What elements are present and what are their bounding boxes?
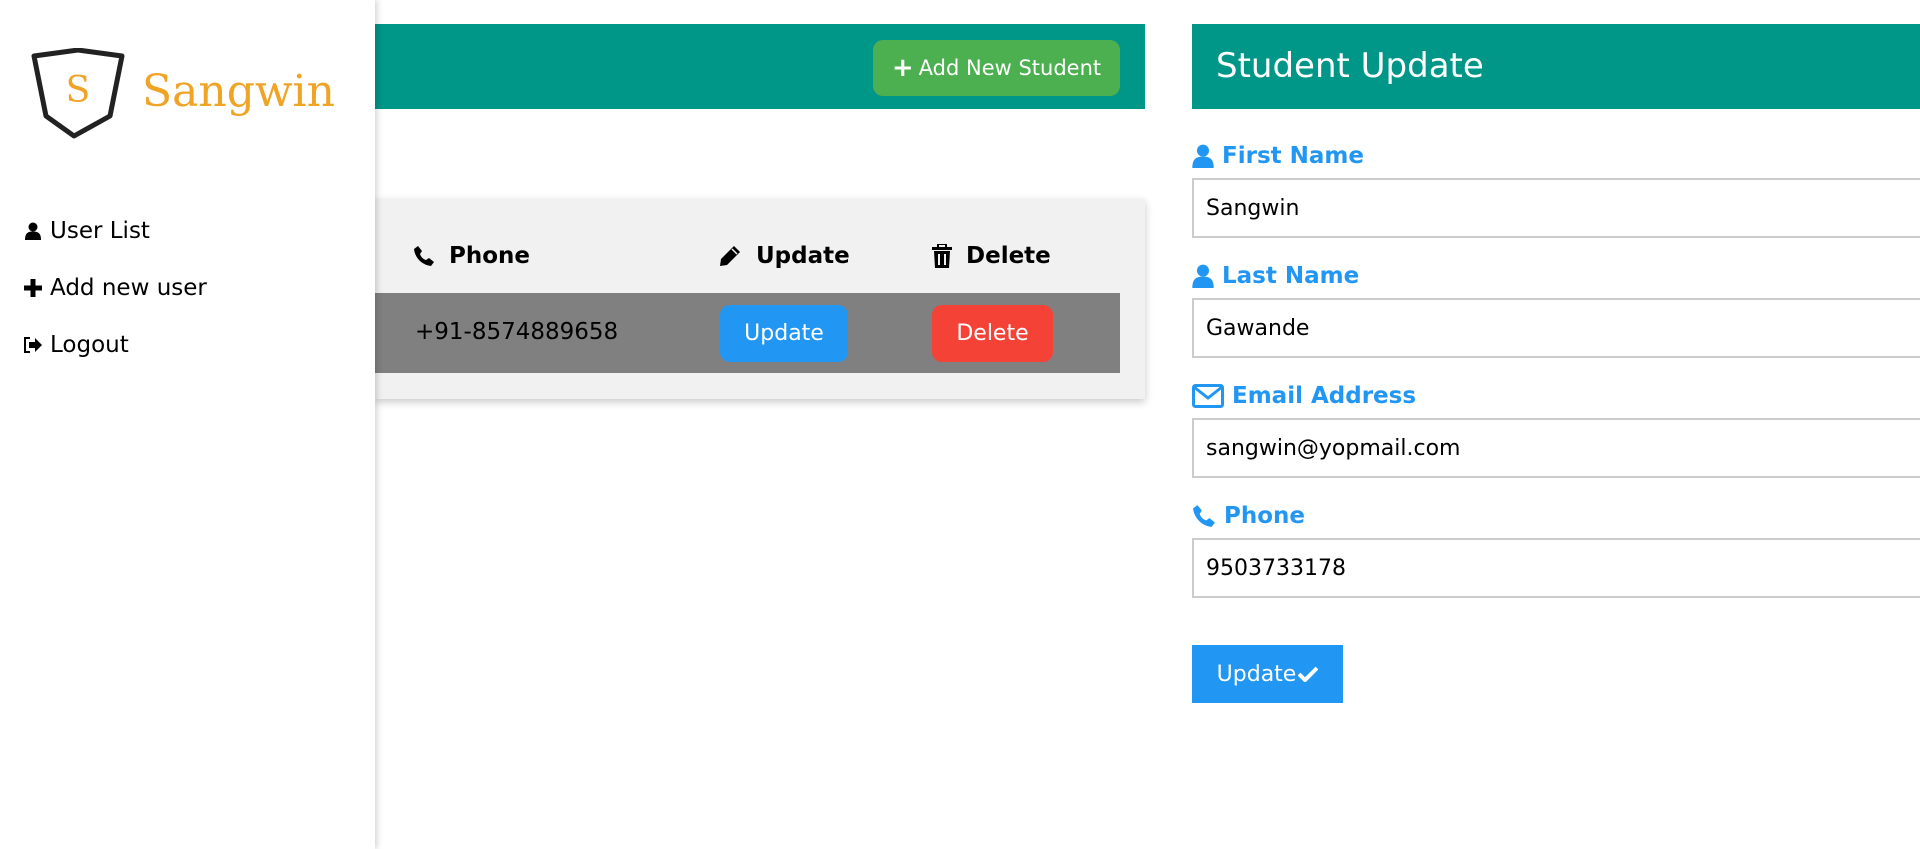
field-label-text: Phone xyxy=(1224,503,1306,529)
phone-icon xyxy=(414,246,434,266)
sidebar-item-logout[interactable]: Logout xyxy=(22,316,207,373)
envelope-icon xyxy=(1192,384,1224,408)
email-address-label: Email Address xyxy=(1192,383,1416,409)
plus-icon: + xyxy=(891,53,914,83)
add-new-student-button[interactable]: + Add New Student xyxy=(873,40,1120,96)
add-new-student-label: Add New Student xyxy=(918,56,1102,80)
sidebar-item-label: User List xyxy=(50,217,150,244)
phone-icon xyxy=(1193,505,1215,527)
update-submit-button[interactable]: Update xyxy=(1192,645,1343,703)
field-label-text: Last Name xyxy=(1222,263,1360,289)
sidebar-item-label: Logout xyxy=(50,331,129,358)
user-icon xyxy=(1192,264,1214,288)
sidebar: S Sangwin User List Add new user Logout xyxy=(0,0,375,849)
shield-logo-icon: S xyxy=(31,47,125,139)
form-title: Student Update xyxy=(1216,46,1484,86)
row-update-button[interactable]: Update xyxy=(720,305,848,362)
column-header-update: Update xyxy=(718,243,850,269)
brand-name: Sangwin xyxy=(142,66,335,117)
brand-logo[interactable]: S Sangwin xyxy=(28,47,335,143)
sidebar-item-add-new-user[interactable]: Add new user xyxy=(22,259,207,316)
column-header-label: Update xyxy=(756,243,850,269)
field-label-text: Email Address xyxy=(1232,383,1417,409)
row-delete-button[interactable]: Delete xyxy=(932,305,1053,362)
field-label-text: First Name xyxy=(1222,143,1364,169)
last-name-input[interactable] xyxy=(1192,298,1920,358)
sidebar-nav: User List Add new user Logout xyxy=(22,202,207,373)
trash-icon xyxy=(932,244,952,268)
check-icon xyxy=(1298,666,1319,682)
update-submit-label: Update xyxy=(1216,661,1297,687)
phone-input[interactable] xyxy=(1192,538,1920,598)
plus-icon xyxy=(22,277,44,299)
user-icon xyxy=(22,220,44,242)
first-name-label: First Name xyxy=(1192,143,1364,169)
form-header-bar: Student Update xyxy=(1192,24,1920,109)
email-input[interactable] xyxy=(1192,418,1920,478)
phone-label: Phone xyxy=(1192,503,1305,529)
sign-out-icon xyxy=(22,334,44,356)
user-icon xyxy=(1192,144,1214,168)
cell-phone: +91-8574889658 xyxy=(415,319,619,345)
last-name-label: Last Name xyxy=(1192,263,1359,289)
first-name-input[interactable] xyxy=(1192,178,1920,238)
table-row: +91-8574889658 Update Delete xyxy=(375,293,1120,373)
svg-text:S: S xyxy=(66,70,91,111)
pencil-icon xyxy=(720,246,740,266)
student-table: Phone Update Delete +91-8574889658 Updat… xyxy=(375,199,1145,399)
column-header-phone: Phone xyxy=(413,243,530,269)
column-header-label: Delete xyxy=(966,243,1051,269)
sidebar-item-label: Add new user xyxy=(50,274,207,301)
column-header-delete: Delete xyxy=(932,243,1051,269)
sidebar-item-user-list[interactable]: User List xyxy=(22,202,207,259)
column-header-label: Phone xyxy=(449,243,531,269)
